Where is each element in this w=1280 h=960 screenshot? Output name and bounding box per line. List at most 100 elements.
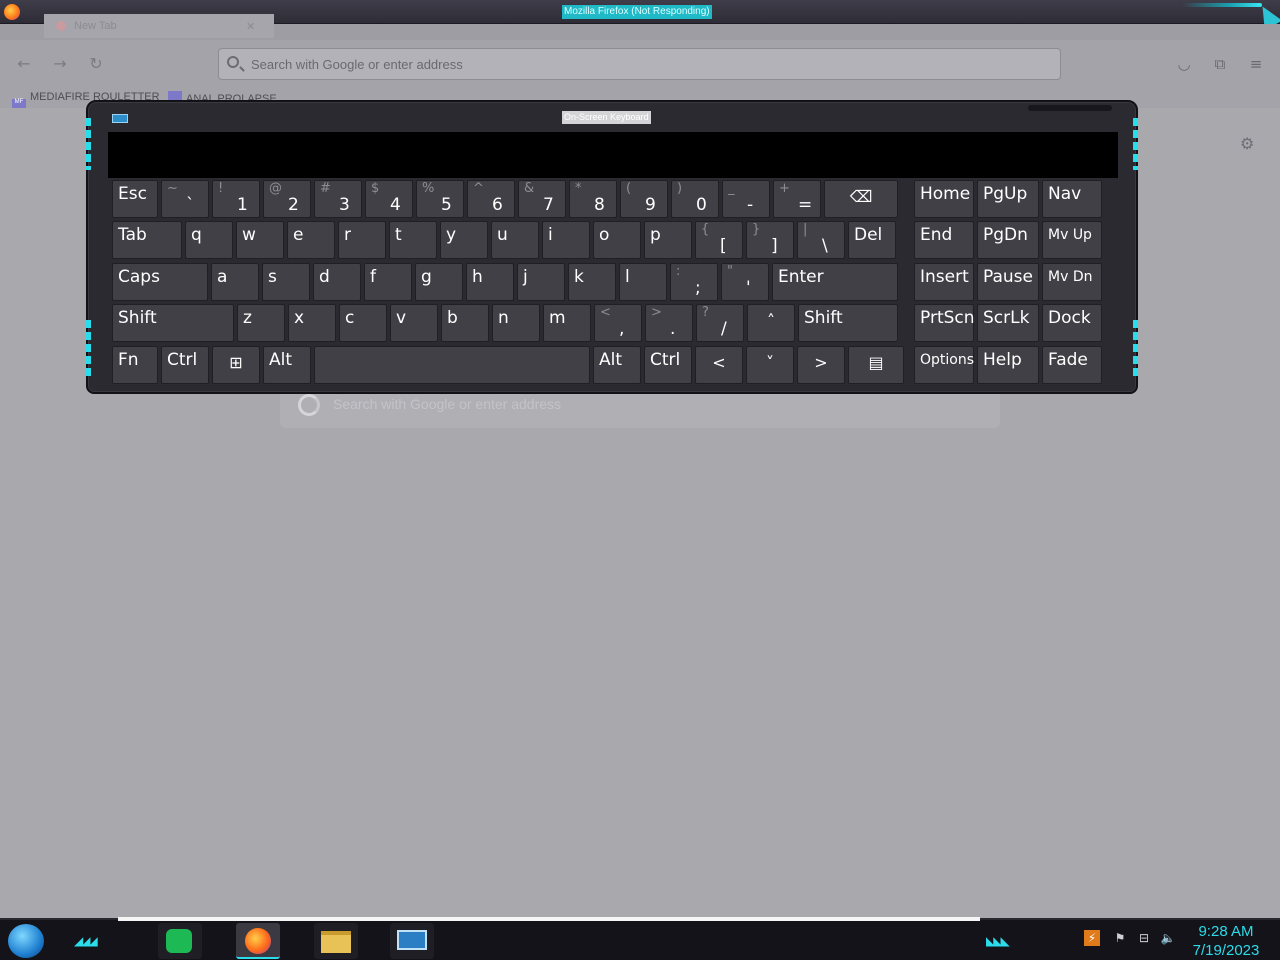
key-l[interactable]: l bbox=[619, 263, 667, 301]
key-mv-up[interactable]: Mv Up bbox=[1042, 221, 1102, 259]
taskbar-app-spotify[interactable] bbox=[158, 923, 202, 959]
key-pause[interactable]: Pause bbox=[977, 263, 1039, 301]
key-w[interactable]: w bbox=[236, 221, 284, 259]
key-a[interactable]: a bbox=[211, 263, 259, 301]
key-end[interactable]: End bbox=[914, 221, 974, 259]
key-2[interactable]: @2 bbox=[263, 180, 311, 218]
page-settings-gear-icon[interactable]: ⚙ bbox=[1240, 134, 1254, 153]
taskbar-clock[interactable]: 9:28 AM 7/19/2023 bbox=[1188, 922, 1264, 960]
key-dock[interactable]: Dock bbox=[1042, 304, 1102, 342]
key-i[interactable]: i bbox=[542, 221, 590, 259]
key-q[interactable]: q bbox=[185, 221, 233, 259]
key-k[interactable]: k bbox=[568, 263, 616, 301]
key-m[interactable]: m bbox=[543, 304, 591, 342]
key-pgdn[interactable]: PgDn bbox=[977, 221, 1039, 259]
key-windows[interactable]: ⊞ bbox=[212, 346, 260, 384]
menu-icon[interactable]: ≡ bbox=[1246, 54, 1266, 74]
key-6[interactable]: ^ 6 bbox=[467, 180, 515, 218]
key-9[interactable]: (9 bbox=[620, 180, 668, 218]
action-center-flag-icon[interactable]: ⚑ bbox=[1112, 930, 1128, 946]
key-enter[interactable]: Enter bbox=[772, 263, 898, 301]
key-context-menu[interactable]: ▤ bbox=[848, 346, 904, 384]
key-symbol-0-1[interactable]: ~ ` bbox=[161, 180, 209, 218]
url-input[interactable] bbox=[251, 54, 1031, 74]
key-shift[interactable]: Shift bbox=[798, 304, 898, 342]
key-7[interactable]: & 7 bbox=[518, 180, 566, 218]
key-symbol-3-8[interactable]: <, bbox=[594, 304, 642, 342]
key-g[interactable]: g bbox=[415, 263, 463, 301]
start-button[interactable] bbox=[8, 924, 44, 958]
key-space[interactable] bbox=[314, 346, 590, 384]
key-4[interactable]: $4 bbox=[365, 180, 413, 218]
key-symbol-0-13[interactable]: + = bbox=[773, 180, 821, 218]
key-5[interactable]: % 5 bbox=[416, 180, 464, 218]
address-bar[interactable] bbox=[218, 48, 1061, 80]
pocket-icon[interactable]: ◡ bbox=[1174, 54, 1194, 74]
key-f[interactable]: f bbox=[364, 263, 412, 301]
volume-icon[interactable]: 🔈 bbox=[1160, 930, 1176, 946]
tab-new-tab[interactable]: New Tab bbox=[44, 14, 274, 38]
window-controls[interactable] bbox=[1182, 3, 1262, 7]
key-y[interactable]: y bbox=[440, 221, 488, 259]
taskbar-app-on-screen-keyboard[interactable] bbox=[390, 923, 434, 959]
key-p[interactable]: p bbox=[644, 221, 692, 259]
key-0[interactable]: ) 0 bbox=[671, 180, 719, 218]
key-o[interactable]: o bbox=[593, 221, 641, 259]
key-symbol-3-10[interactable]: ? / bbox=[696, 304, 744, 342]
key-v[interactable]: v bbox=[390, 304, 438, 342]
close-tab-icon[interactable]: ✕ bbox=[246, 20, 255, 33]
key-3[interactable]: #3 bbox=[314, 180, 362, 218]
key-help[interactable]: Help bbox=[977, 346, 1039, 384]
key-symbol-1-13[interactable]: | \ bbox=[797, 221, 845, 259]
key-shift[interactable]: Shift bbox=[112, 304, 234, 342]
key-d[interactable]: d bbox=[313, 263, 361, 301]
reload-button[interactable]: ↻ bbox=[86, 54, 106, 74]
key-1[interactable]: ! 1 bbox=[212, 180, 260, 218]
key-symbol-2-11[interactable]: " ' bbox=[721, 263, 769, 301]
key-fn[interactable]: Fn bbox=[112, 346, 158, 384]
key-alt[interactable]: Alt bbox=[593, 346, 641, 384]
osk-window-controls[interactable] bbox=[1028, 105, 1112, 111]
key-alt[interactable]: Alt bbox=[263, 346, 311, 384]
key-arrow-down[interactable]: ˅ bbox=[746, 346, 794, 384]
key-u[interactable]: u bbox=[491, 221, 539, 259]
key-symbol-0-12[interactable]: _ - bbox=[722, 180, 770, 218]
key-z[interactable]: z bbox=[237, 304, 285, 342]
key-n[interactable]: n bbox=[492, 304, 540, 342]
key-pgup[interactable]: PgUp bbox=[977, 180, 1039, 218]
key-fade[interactable]: Fade bbox=[1042, 346, 1102, 384]
extensions-icon[interactable]: ⧉ bbox=[1210, 54, 1230, 74]
taskbar-app-file-explorer[interactable] bbox=[314, 923, 358, 959]
key-backspace[interactable]: ⌫ bbox=[824, 180, 898, 218]
key-insert[interactable]: Insert bbox=[914, 263, 974, 301]
key-r[interactable]: r bbox=[338, 221, 386, 259]
tray-app-icon[interactable]: ⚡ bbox=[1084, 930, 1100, 946]
key-home[interactable]: Home bbox=[914, 180, 974, 218]
key-scrlk[interactable]: ScrLk bbox=[977, 304, 1039, 342]
key-symbol-1-11[interactable]: {[ bbox=[695, 221, 743, 259]
key-c[interactable]: c bbox=[339, 304, 387, 342]
key-arrow-up[interactable]: ˄ bbox=[747, 304, 795, 342]
key-mv-dn[interactable]: Mv Dn bbox=[1042, 263, 1102, 301]
key-e[interactable]: e bbox=[287, 221, 335, 259]
key-b[interactable]: b bbox=[441, 304, 489, 342]
key-t[interactable]: t bbox=[389, 221, 437, 259]
key-prtscn[interactable]: PrtScn bbox=[914, 304, 975, 342]
network-icon[interactable]: ⊟ bbox=[1136, 930, 1152, 946]
key-x[interactable]: x bbox=[288, 304, 336, 342]
key-h[interactable]: h bbox=[466, 263, 514, 301]
key-s[interactable]: s bbox=[262, 263, 310, 301]
key-8[interactable]: * 8 bbox=[569, 180, 617, 218]
on-screen-keyboard-window[interactable]: On-Screen Keyboard Esc ~ `! 1 @2 #3 $4% 5 ^ 6 & 7 * 8… bbox=[86, 100, 1138, 394]
key-symbol-1-12[interactable]: }] bbox=[746, 221, 794, 259]
key-ctrl[interactable]: Ctrl bbox=[161, 346, 209, 384]
key-arrow-right[interactable]: > bbox=[797, 346, 845, 384]
taskbar-app-firefox[interactable] bbox=[236, 923, 280, 959]
key-options[interactable]: Options bbox=[914, 346, 974, 384]
key-symbol-2-10[interactable]: :; bbox=[670, 263, 718, 301]
key-j[interactable]: j bbox=[517, 263, 565, 301]
key-nav[interactable]: Nav bbox=[1042, 180, 1102, 218]
key-tab[interactable]: Tab bbox=[112, 221, 182, 259]
forward-button[interactable]: → bbox=[50, 54, 70, 74]
key-caps[interactable]: Caps bbox=[112, 263, 208, 301]
